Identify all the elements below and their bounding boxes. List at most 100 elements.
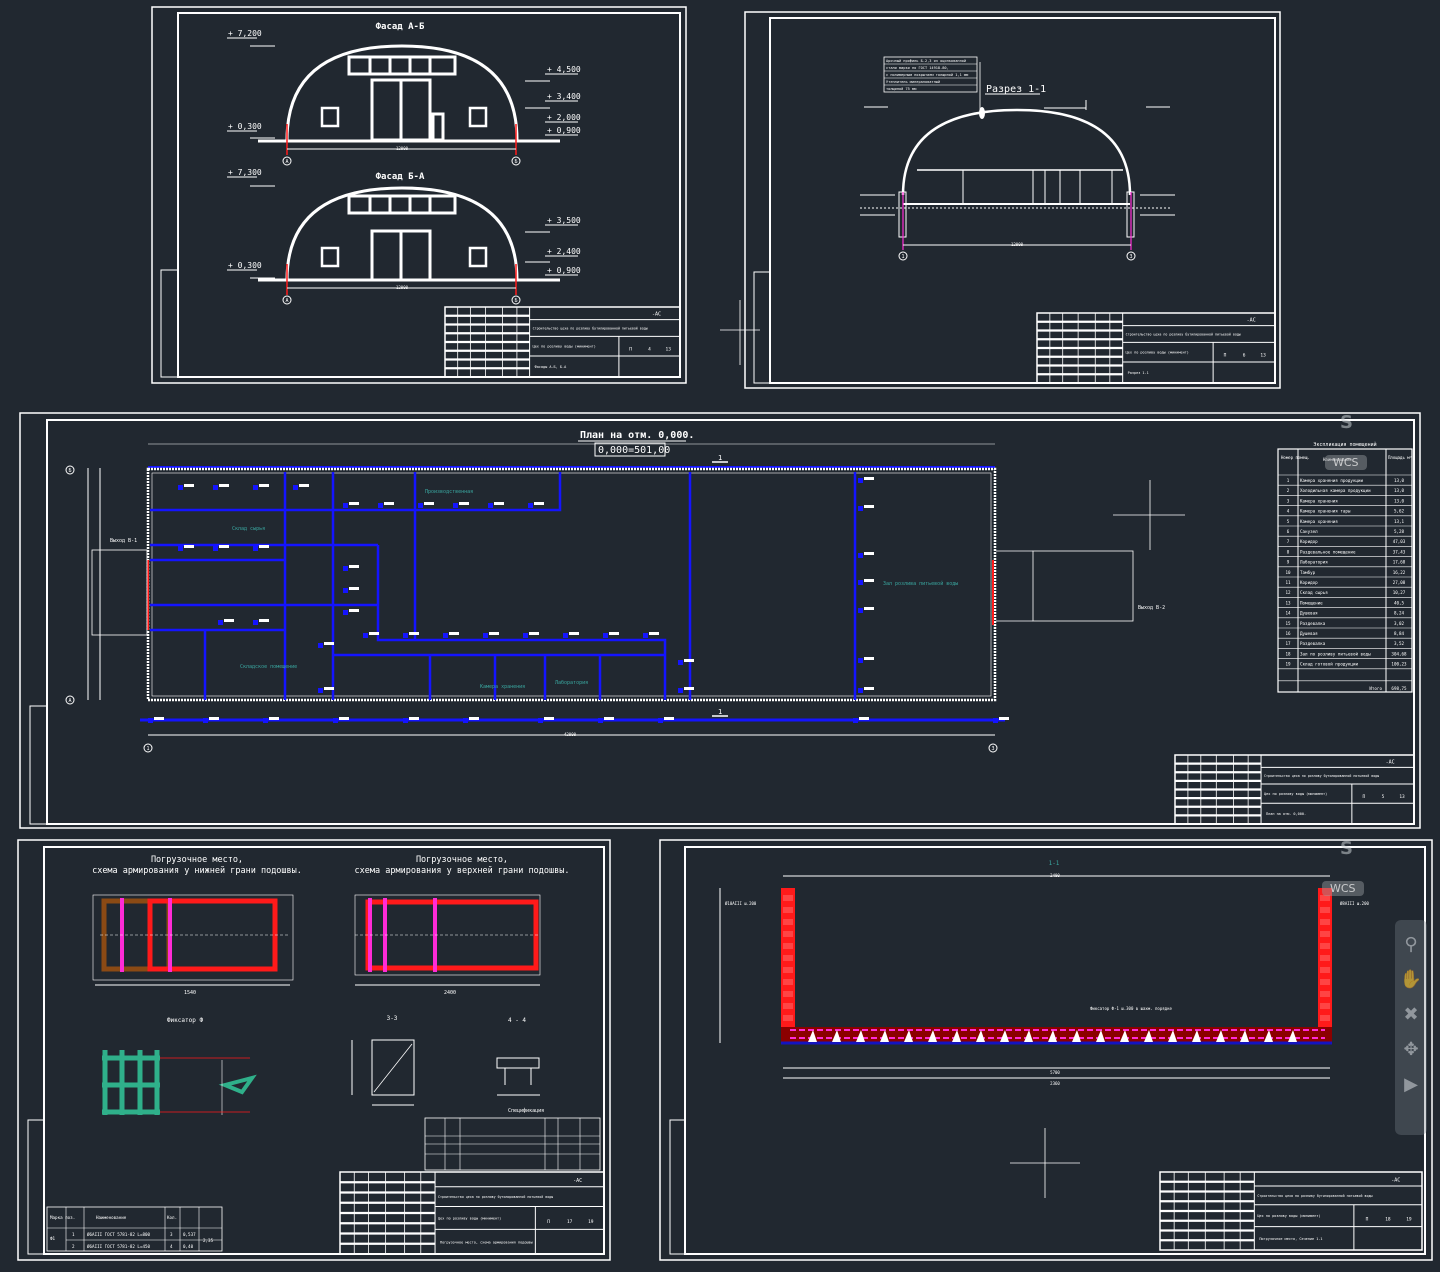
wall-tag-marker: [318, 688, 323, 693]
showmotion-icon[interactable]: ▶: [1395, 1074, 1427, 1095]
svg-text:3,02: 3,02: [1394, 621, 1405, 626]
drawing-canvas[interactable]: Фасад А-Б 12000 А Б + 7,200 + 0,300 + 4,…: [0, 0, 1440, 1272]
title-block: -АС Строительство цеха по розливу бутилир…: [444, 306, 681, 378]
rebar-mark: [783, 991, 793, 997]
rebar-mark: [783, 955, 793, 961]
reinforcement-bottom: 1540: [92, 894, 294, 996]
wall-tag-marker: [858, 580, 863, 585]
rebar-mark: [1320, 979, 1330, 985]
fixator-detail: Фиксатор Ф: [102, 1017, 257, 1115]
schedule-row: 12 Склад сырья 10,27: [1285, 590, 1405, 595]
orbit-icon[interactable]: ✥: [1395, 1039, 1427, 1060]
wall-tag-label: [569, 632, 579, 635]
wall-tag-marker: [263, 718, 268, 723]
wall-tag-label: [349, 587, 359, 590]
sheet-frame: [684, 846, 1426, 1255]
rebar-mark: [1320, 1003, 1330, 1009]
zoom-icon[interactable]: ⚲: [1395, 934, 1427, 955]
sheet-section-1-1[interactable]: Разрез 1-1 Арочный профиль Б-2,3 из оцин…: [744, 11, 1281, 389]
wall-tag-label: [864, 607, 874, 610]
sheet-loading-section[interactable]: 1-1 2400 5700 2360 Фиксатор Ф-1 ш.300 в …: [659, 839, 1433, 1261]
svg-text:Спецификация: Спецификация: [508, 1108, 544, 1114]
rebar-mark: [783, 1015, 793, 1021]
wall-tag-marker: [858, 688, 863, 693]
wall-tag-label: [864, 657, 874, 660]
wall-tag-marker: [463, 718, 468, 723]
title-block-sheet: 4: [648, 346, 651, 352]
wall-tag-marker: [343, 566, 348, 571]
pan-icon[interactable]: ✋: [1395, 969, 1427, 990]
svg-text:+ 7,300: + 7,300: [228, 168, 262, 177]
rebar-mark: [1320, 931, 1330, 937]
wall-tag-label: [684, 687, 694, 690]
schedule-row: 1 Камера хранения продукции 13,0: [1287, 478, 1405, 483]
svg-text:1: 1: [901, 254, 904, 260]
sheet-floor-plan[interactable]: План на отм. 0,000. 0,000=501,00 42000 Б…: [19, 412, 1421, 829]
svg-text:Тамбур: Тамбур: [1300, 570, 1316, 575]
navigation-bar[interactable]: ⚲ ✋ ✖ ✥ ▶: [1395, 920, 1427, 1135]
svg-text:Погрузочное место,: Погрузочное место,: [416, 855, 508, 865]
schedule-row: 19 Склад готовой продукции 100,23: [1285, 662, 1407, 667]
wall-tag-label: [449, 632, 459, 635]
svg-text:12000: 12000: [396, 285, 409, 290]
title-block-code: -АС: [1386, 759, 1395, 765]
svg-text:Погрузочное место,: Погрузочное место,: [151, 855, 243, 865]
wall-tag-marker: [178, 485, 183, 490]
wall-tag-marker: [218, 620, 223, 625]
side-stamp: [753, 271, 771, 384]
svg-text:8,84: 8,84: [1394, 631, 1405, 636]
title-block-sheets: 13: [666, 346, 672, 352]
viewcube-compass-icon[interactable]: S: [1340, 838, 1353, 859]
wall-tag-label: [864, 552, 874, 555]
wall-tag-marker: [853, 718, 858, 723]
wall-tag-label: [324, 642, 334, 645]
title-block-stage: П: [629, 346, 632, 352]
svg-text:стали марки по ГОСТ 14918-80,: стали марки по ГОСТ 14918-80,: [886, 66, 949, 70]
wall-tag-marker: [453, 503, 458, 508]
wall-tag-marker: [403, 718, 408, 723]
wcs-menu[interactable]: WCS: [1325, 455, 1367, 470]
wall-tag-marker: [363, 633, 368, 638]
svg-text:4: 4: [1287, 509, 1290, 514]
wall-tag-label: [269, 717, 279, 720]
title-block-project: Строительство цеха по розливу бутилирова…: [1257, 1193, 1372, 1198]
wcs-menu[interactable]: WCS: [1322, 881, 1364, 896]
rebar-mark: [1320, 907, 1330, 913]
svg-text:Склад сырья: Склад сырья: [232, 526, 265, 532]
svg-text:100,23: 100,23: [1391, 662, 1407, 667]
svg-text:Холодильная камера продукции: Холодильная камера продукции: [1300, 488, 1371, 493]
room-schedule: Экспликация помещенийНомер помещ. Наимено…: [1277, 442, 1413, 693]
sheet-loading-reinforcement[interactable]: Погрузочное место, схема армирования у н…: [17, 839, 611, 1261]
svg-text:0,537: 0,537: [183, 1232, 196, 1237]
svg-text:11: 11: [1285, 580, 1291, 585]
wall-tag-label: [339, 717, 349, 720]
title-block-stage: П: [1366, 1216, 1369, 1222]
svg-text:Марка поз.: Марка поз.: [50, 1215, 75, 1220]
svg-text:2400: 2400: [444, 990, 456, 996]
wall-tag-label: [259, 484, 269, 487]
svg-text:13,0: 13,0: [1394, 478, 1405, 483]
title-block-object: Цех по розливу воды (минимент): [438, 1217, 501, 1221]
rebar-mark: [1320, 919, 1330, 925]
wall-tag-marker: [528, 503, 533, 508]
wall-tag-marker: [178, 546, 183, 551]
rebar-mark: [783, 895, 793, 901]
title-block: -АС Строительство цеха по розливу бутилир…: [1036, 312, 1276, 384]
wall-tag-label: [349, 565, 359, 568]
wall-tag-marker: [378, 503, 383, 508]
svg-text:Раздевалка: Раздевалка: [1300, 621, 1326, 626]
svg-text:12000: 12000: [396, 146, 409, 151]
svg-text:1540: 1540: [184, 990, 196, 996]
viewcube-compass-icon[interactable]: S: [1340, 412, 1353, 433]
wall-tag-marker: [343, 610, 348, 615]
wall-tag-marker: [318, 643, 323, 648]
schedule-row: 14 Душевая 8,24: [1285, 611, 1404, 616]
wall-tag-marker: [253, 546, 258, 551]
sheet-facades[interactable]: Фасад А-Б 12000 А Б + 7,200 + 0,300 + 4,…: [151, 6, 687, 384]
wall-tag-marker: [213, 485, 218, 490]
title-block-sheet: 6: [1243, 352, 1246, 358]
svg-text:Площадь м²: Площадь м²: [1388, 455, 1412, 460]
extents-icon[interactable]: ✖: [1395, 1004, 1427, 1025]
svg-text:1: 1: [72, 1232, 75, 1237]
wall-tag-marker: [333, 718, 338, 723]
